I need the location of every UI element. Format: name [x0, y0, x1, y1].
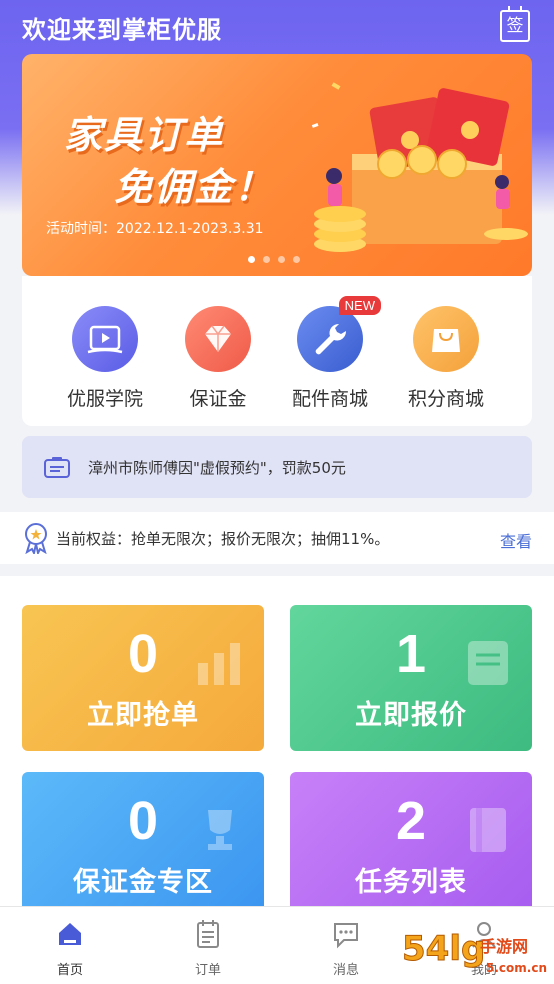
view-benefit-link[interactable]: 查看 — [500, 528, 532, 552]
clipboard-icon — [197, 920, 219, 948]
banner-dot[interactable] — [278, 256, 285, 263]
medal-icon — [25, 523, 47, 554]
quick-action-points-mall[interactable]: 积分商城 — [396, 306, 496, 411]
tab-messages[interactable]: 消息 — [306, 919, 386, 978]
task-list-tile[interactable]: 2 任务列表 — [290, 772, 532, 918]
quick-action-label: 优服学院 — [66, 388, 143, 410]
quote-tile[interactable]: 1 立即报价 — [290, 605, 532, 751]
home-icon — [59, 923, 81, 945]
promo-banner[interactable]: 家具订单 免佣金！ 活动时间：2022.12.1-2023.3.31 — [22, 54, 532, 276]
tab-label: 首页 — [56, 963, 83, 978]
quick-action-label: 配件商城 — [291, 388, 368, 410]
banner-headline: 家具订单 — [64, 113, 225, 157]
benefit-text: 当前权益：抢单无限次；报价无限次；抽佣11%。 — [56, 530, 390, 548]
tab-label: 消息 — [332, 963, 359, 978]
quick-action-deposit[interactable]: 保证金 — [168, 306, 268, 411]
quick-action-label: 保证金 — [189, 388, 247, 410]
wrench-icon: NEW — [297, 296, 381, 372]
quick-action-label: 积分商城 — [407, 388, 484, 410]
grab-order-tile[interactable]: 0 立即抢单 — [22, 605, 264, 751]
svg-text:手游网: 手游网 — [480, 937, 528, 956]
trophy-icon — [208, 810, 232, 850]
banner-dot[interactable] — [293, 256, 300, 263]
tab-label: 订单 — [194, 963, 221, 978]
banner-dot[interactable] — [248, 256, 255, 263]
quick-action-academy[interactable]: 优服学院 — [55, 306, 155, 411]
bar-chart-icon — [198, 643, 240, 685]
notice-bar[interactable]: 漳州市陈师傅因"虚假预约"，罚款50元 — [22, 436, 532, 498]
site-watermark-logo: 54lg 手游网 5.com.cn — [402, 929, 547, 976]
banner-date: 活动时间：2022.12.1-2023.3.31 — [46, 221, 264, 237]
tile-label: 保证金专区 — [73, 867, 213, 898]
page-title: 欢迎来到掌柜优服 — [22, 16, 222, 44]
tile-label: 任务列表 — [355, 867, 467, 898]
tile-label: 立即报价 — [355, 700, 467, 731]
quick-action-parts-mall[interactable]: NEW 配件商城 — [280, 296, 381, 411]
announcement-icon — [44, 457, 70, 478]
red-envelope-illustration-icon — [311, 82, 528, 252]
app-header: 欢迎来到掌柜优服 签 — [0, 0, 554, 52]
banner-pagination[interactable] — [248, 256, 300, 263]
diamond-icon — [185, 306, 251, 372]
svg-text:5.com.cn: 5.com.cn — [486, 961, 547, 975]
document-icon — [468, 641, 508, 685]
new-badge: NEW — [338, 296, 381, 315]
svg-text:54lg: 54lg — [402, 929, 485, 969]
tab-home[interactable]: 首页 — [30, 919, 110, 978]
message-icon — [334, 923, 358, 949]
sign-in-button[interactable]: 签 — [500, 6, 530, 42]
banner-dot[interactable] — [263, 256, 270, 263]
notice-text: 漳州市陈师傅因"虚假预约"，罚款50元 — [88, 459, 346, 477]
quick-actions: 优服学院 保证金 NEW 配件商城 积分商城 — [22, 276, 532, 426]
tab-orders[interactable]: 订单 — [168, 919, 248, 978]
banner-subheadline: 免佣金！ — [114, 165, 275, 209]
shopping-bag-icon — [413, 306, 479, 372]
task-grid: 0 立即抢单 1 立即报价 0 保证金专区 2 任务列表 — [0, 576, 554, 918]
video-book-icon — [72, 306, 138, 372]
tile-label: 立即抢单 — [87, 700, 199, 731]
benefit-bar: 当前权益：抢单无限次；报价无限次；抽佣11%。 查看 — [0, 512, 554, 564]
book-icon — [470, 808, 506, 852]
deposit-zone-tile[interactable]: 0 保证金专区 — [22, 772, 264, 918]
